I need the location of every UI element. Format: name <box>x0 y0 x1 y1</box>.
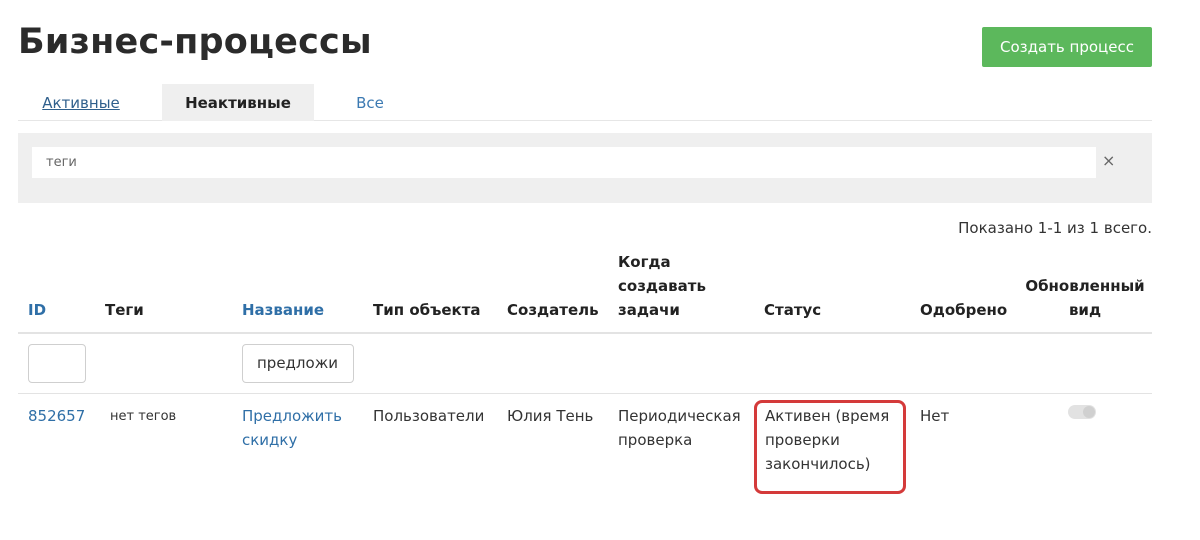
column-approved: Одобрено <box>920 301 1008 319</box>
name-filter-input[interactable]: предложи <box>242 344 354 383</box>
row-tags: нет тегов <box>110 409 177 424</box>
row-approved: Нет <box>920 407 950 425</box>
row-status: Активен (время проверки закончилось) <box>765 407 890 473</box>
updated-view-toggle[interactable] <box>1068 405 1096 419</box>
column-status: Статус <box>764 301 822 319</box>
header-divider <box>18 332 1152 334</box>
toggle-knob <box>1083 406 1095 418</box>
row-creator: Юлия Тень <box>507 407 594 425</box>
column-creator: Создатель <box>507 301 599 319</box>
tags-input[interactable] <box>32 147 1096 178</box>
tags-filter-panel: × <box>18 133 1152 203</box>
column-tags: Теги <box>105 301 144 319</box>
column-id[interactable]: ID <box>28 298 46 322</box>
column-when-create: Когда создавать задачи <box>618 253 706 319</box>
tab-inactive[interactable]: Неактивные <box>162 84 314 121</box>
tab-active[interactable]: Активные <box>18 84 144 121</box>
column-updated-view: Обновленный вид <box>1025 277 1145 319</box>
row-object-type: Пользователи <box>373 407 485 425</box>
row-when: Периодическая проверка <box>618 407 741 449</box>
pagination-summary: Показано 1-1 из 1 всего. <box>958 219 1152 237</box>
tabs: Активные Неактивные Все <box>18 84 1152 121</box>
column-object-type: Тип объекта <box>373 301 481 319</box>
filter-divider <box>18 393 1152 394</box>
clear-icon[interactable]: × <box>1102 151 1115 170</box>
create-process-button[interactable]: Создать процесс <box>982 27 1152 67</box>
row-id-link[interactable]: 852657 <box>28 404 85 428</box>
column-name[interactable]: Название <box>242 298 324 322</box>
id-filter-input[interactable] <box>28 344 86 383</box>
tab-all[interactable]: Все <box>328 84 412 121</box>
row-name-link[interactable]: Предложить скидку <box>242 404 357 452</box>
page-title: Бизнес-процессы <box>18 22 372 62</box>
